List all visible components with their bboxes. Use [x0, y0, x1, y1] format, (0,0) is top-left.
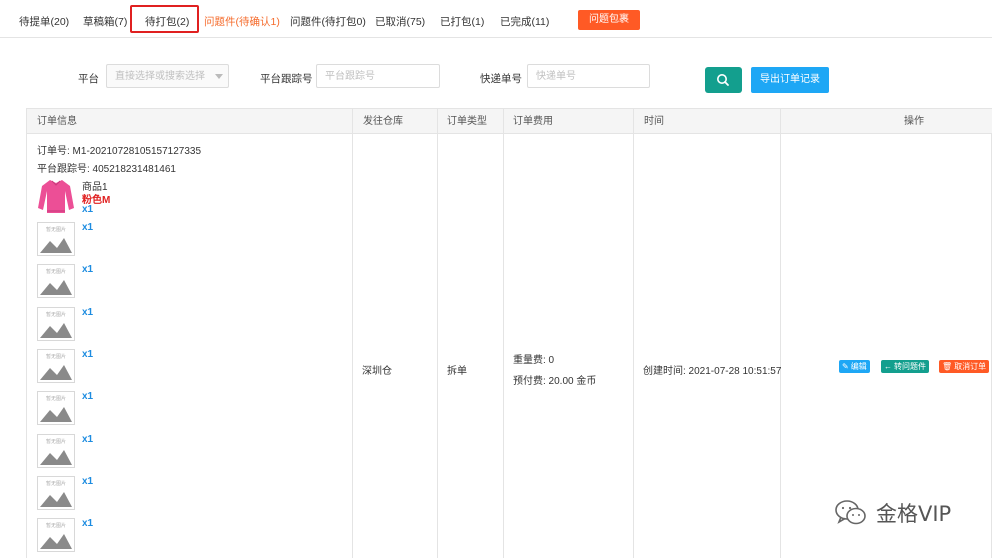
tab-pending-pack[interactable]: 待打包(2)	[145, 14, 189, 29]
no-image-placeholder: 暂无图片	[37, 518, 75, 552]
column-divider	[780, 109, 781, 558]
tab-completed[interactable]: 已完成(11)	[500, 14, 549, 29]
watermark-text: 金格VIP	[876, 502, 952, 526]
express-input[interactable]	[527, 64, 650, 88]
item-quantity: x1	[82, 518, 94, 529]
chevron-down-icon	[215, 74, 223, 79]
product-image	[37, 177, 75, 215]
cancel-order-button[interactable]: 🗑 取消订单	[939, 360, 990, 373]
order-number: 订单号: M1-20210728105157127335	[37, 146, 202, 157]
warehouse-value: 深圳仓	[362, 366, 392, 377]
no-image-placeholder: 暂无图片	[37, 307, 75, 341]
image-placeholder-icon	[40, 365, 72, 380]
sweater-icon	[38, 180, 74, 213]
tab-cancelled[interactable]: 已取消(75)	[375, 14, 425, 29]
orders-table: 订单信息 发往仓库 订单类型 订单费用 时间 操作	[26, 108, 992, 558]
no-image-placeholder: 暂无图片	[37, 434, 75, 468]
image-placeholder-icon	[40, 323, 72, 338]
trash-icon: 🗑	[942, 362, 953, 371]
arrow-left-icon: ←	[884, 362, 892, 371]
platform-select[interactable]	[106, 64, 229, 88]
tab-drafts[interactable]: 草稿箱(7)	[83, 14, 127, 29]
wechat-watermark: 金格VIP	[834, 498, 951, 528]
image-placeholder-icon	[40, 280, 72, 295]
created-time: 创建时间: 2021-07-28 10:51:57	[643, 366, 782, 377]
tracking-input[interactable]	[316, 64, 440, 88]
header-warehouse: 发往仓库	[363, 116, 403, 127]
item-quantity: x1	[82, 434, 94, 445]
no-image-placeholder: 暂无图片	[37, 391, 75, 425]
wechat-icon	[835, 500, 866, 525]
platform-tracking-number: 平台跟踪号: 405218231481461	[37, 164, 176, 175]
problem-package-button[interactable]: 问题包裹	[578, 10, 640, 30]
search-icon	[717, 74, 729, 86]
platform-label: 平台	[78, 73, 99, 85]
item-quantity: x1	[82, 307, 94, 318]
header-actions: 操作	[904, 116, 924, 127]
column-divider	[437, 109, 438, 558]
tab-problem-pending-confirm[interactable]: 问题件(待确认1)	[204, 14, 280, 29]
export-orders-button[interactable]: 导出订单记录	[751, 67, 829, 93]
order-type-value: 拆单	[447, 366, 467, 377]
pencil-icon: ✎	[842, 362, 849, 371]
image-placeholder-icon	[40, 238, 72, 253]
table-header: 订单信息 发往仓库 订单类型 订单费用 时间 操作	[27, 109, 992, 134]
search-button[interactable]	[705, 67, 742, 93]
no-image-placeholder: 暂无图片	[37, 222, 75, 256]
header-order-fee: 订单费用	[513, 116, 553, 127]
tab-problem-pending-pack[interactable]: 问题件(待打包0)	[290, 14, 366, 29]
image-placeholder-icon	[40, 450, 72, 465]
image-placeholder-icon	[40, 534, 72, 549]
status-tab-bar: 待提单(20) 草稿箱(7) 待打包(2) 问题件(待确认1) 问题件(待打包0…	[0, 0, 992, 38]
item-quantity: x1	[82, 204, 94, 215]
header-order-info: 订单信息	[37, 116, 77, 127]
express-label: 快递单号	[480, 73, 522, 85]
image-placeholder-icon	[40, 407, 72, 422]
tab-packed[interactable]: 已打包(1)	[440, 14, 484, 29]
column-divider	[352, 109, 353, 558]
header-order-type: 订单类型	[447, 116, 487, 127]
item-quantity: x1	[82, 391, 94, 402]
edit-button[interactable]: ✎ 编辑	[839, 360, 870, 373]
tab-pending-submit[interactable]: 待提单(20)	[19, 14, 69, 29]
move-to-problem-button[interactable]: ← 转问题件	[881, 360, 929, 373]
no-image-placeholder: 暂无图片	[37, 264, 75, 298]
prepaid-fee: 预付费: 20.00 金币	[513, 376, 597, 387]
item-quantity: x1	[82, 264, 94, 275]
weight-fee: 重量费: 0	[513, 355, 555, 366]
item-quantity: x1	[82, 349, 94, 360]
image-placeholder-icon	[40, 492, 72, 507]
column-divider	[503, 109, 504, 558]
column-divider	[633, 109, 634, 558]
tracking-label: 平台跟踪号	[260, 73, 313, 85]
no-image-placeholder: 暂无图片	[37, 349, 75, 383]
item-quantity: x1	[82, 222, 94, 233]
item-quantity: x1	[82, 476, 94, 487]
no-image-placeholder: 暂无图片	[37, 476, 75, 510]
header-time: 时间	[644, 116, 664, 127]
